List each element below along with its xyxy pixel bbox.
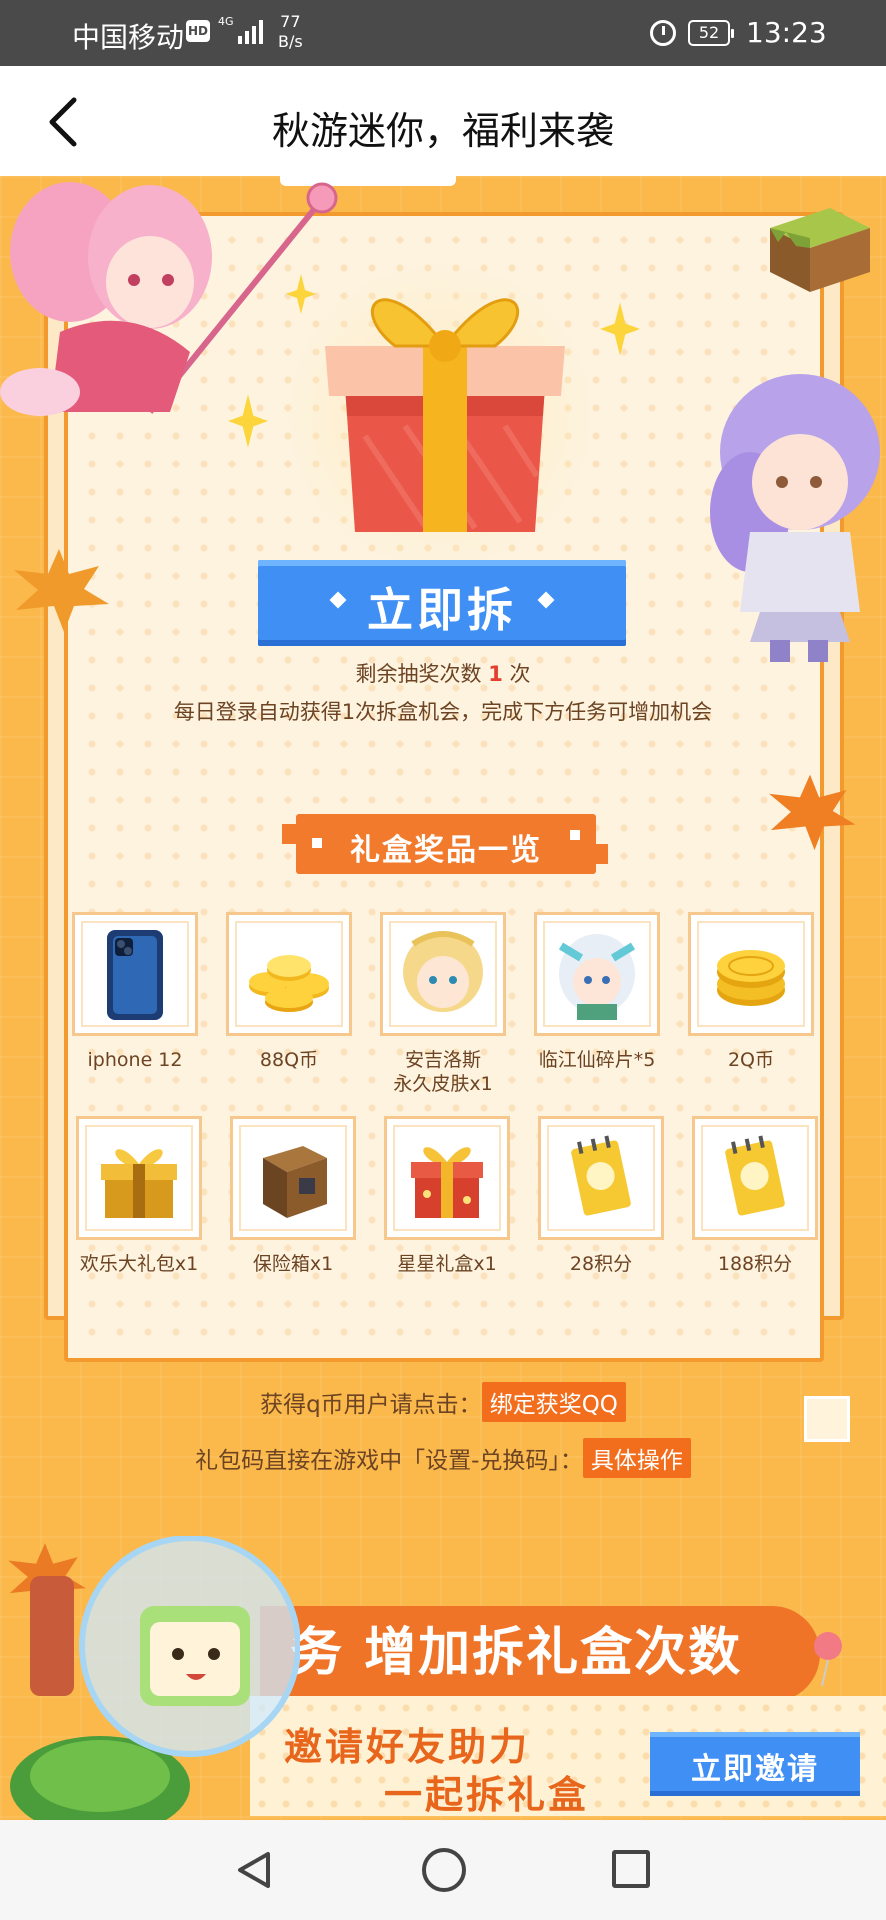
purple-character-illustration	[710, 374, 880, 662]
code-claim-row: 礼包码直接在游戏中「设置-兑换码」： 具体操作	[0, 1438, 886, 1478]
sparkle-icon	[228, 394, 268, 448]
angel-skin-avatar	[403, 931, 483, 1012]
event-page: 立即拆 剩余抽奖次数 1 次 每日登录自动获得1次拆盒机会，完成下方任务可增加机…	[0, 176, 886, 1820]
open-gift-button-label: 立即拆	[367, 583, 517, 637]
prize-label: 星星礼盒x1	[397, 1253, 497, 1275]
remaining-count: 1	[488, 662, 503, 686]
astronaut-turtle-illustration	[10, 1536, 300, 1820]
gift-box-icon	[325, 298, 565, 532]
signal-icon	[236, 18, 266, 44]
prize-label: iphone 12	[87, 1049, 183, 1071]
carrier-name: 中国移动	[72, 21, 185, 54]
prize-label: 2Q币	[727, 1049, 775, 1071]
prize-label: 欢乐大礼包x1	[79, 1253, 199, 1275]
remaining-prefix: 剩余抽奖次数	[355, 662, 482, 686]
points-card-icon	[725, 1135, 785, 1216]
page-title: 秋游迷你，福利来袭	[271, 109, 614, 153]
daily-note: 每日登录自动获得1次拆盒机会，完成下方任务可增加机会	[173, 700, 713, 724]
wooden-chest-icon	[263, 1146, 327, 1218]
network-speed: 77 B/s	[278, 12, 303, 52]
red-gift-icon	[411, 1147, 483, 1218]
network-type: 4G	[218, 15, 234, 28]
prize-list-title: 礼盒奖品一览	[350, 833, 542, 868]
invite-title-line2: 一起拆礼盒	[384, 1773, 590, 1817]
invite-title-line1: 邀请好友助力	[284, 1725, 531, 1769]
alarm-icon	[650, 20, 676, 46]
qcoin-claim-text: 获得q币用户请点击：	[260, 1392, 482, 1418]
gold-gift-icon	[101, 1149, 177, 1218]
status-bar: 中国移动 HD 4G 77 B/s 52 13:23	[0, 0, 886, 66]
phone-icon	[107, 930, 163, 1020]
code-claim-text: 礼包码直接在游戏中「设置-兑换码」：	[195, 1448, 583, 1474]
prize-label: 安吉洛斯 永久皮肤x1	[393, 1049, 493, 1095]
battery-icon: 52	[688, 20, 734, 46]
nav-recents-icon[interactable]	[612, 1850, 650, 1888]
remaining-suffix: 次	[509, 662, 531, 686]
character-shard-avatar	[558, 934, 636, 1020]
instructions-button[interactable]: 具体操作	[582, 1438, 691, 1478]
prize-list-banner: 礼盒奖品一览	[282, 814, 608, 874]
title-bar: 秋游迷你，福利来袭	[0, 66, 886, 176]
pixel-decoration	[804, 1396, 850, 1442]
bind-qq-button[interactable]: 绑定获奖QQ	[481, 1382, 626, 1422]
speed-value: 77	[280, 12, 301, 31]
prize-label: 188积分	[717, 1253, 793, 1275]
maple-leaf-icon	[769, 774, 856, 851]
remaining-draws: 剩余抽奖次数 1 次	[0, 658, 886, 688]
points-card-icon	[571, 1135, 631, 1216]
invite-now-button[interactable]: 立即邀请	[650, 1732, 860, 1796]
grass-block-icon	[770, 208, 870, 292]
open-gift-button[interactable]: 立即拆	[258, 560, 626, 646]
system-nav-bar	[0, 1820, 886, 1920]
qcoin-claim-row: 获得q币用户请点击： 绑定获奖QQ	[0, 1382, 886, 1422]
hd-badge: HD	[186, 20, 210, 42]
prize-label: 88Q币	[259, 1049, 319, 1071]
clock: 13:23	[746, 16, 827, 49]
prize-label: 临江仙碎片*5	[538, 1049, 656, 1071]
speed-unit: B/s	[278, 32, 303, 51]
coin-stack-icon	[717, 950, 785, 1006]
coins-pile-icon	[249, 955, 329, 1012]
nav-home-icon[interactable]	[422, 1848, 466, 1892]
sparkle-icon	[600, 302, 640, 356]
maple-leaf-icon	[14, 549, 109, 632]
prize-label: 保险箱x1	[252, 1253, 334, 1275]
invite-now-button-label: 立即邀请	[691, 1752, 819, 1787]
nav-back-icon[interactable]	[232, 1848, 276, 1892]
balloon-icon	[814, 1632, 842, 1687]
prize-label: 28积分	[569, 1253, 633, 1275]
task-banner-label: 务 增加拆礼盒次数	[290, 1623, 743, 1683]
